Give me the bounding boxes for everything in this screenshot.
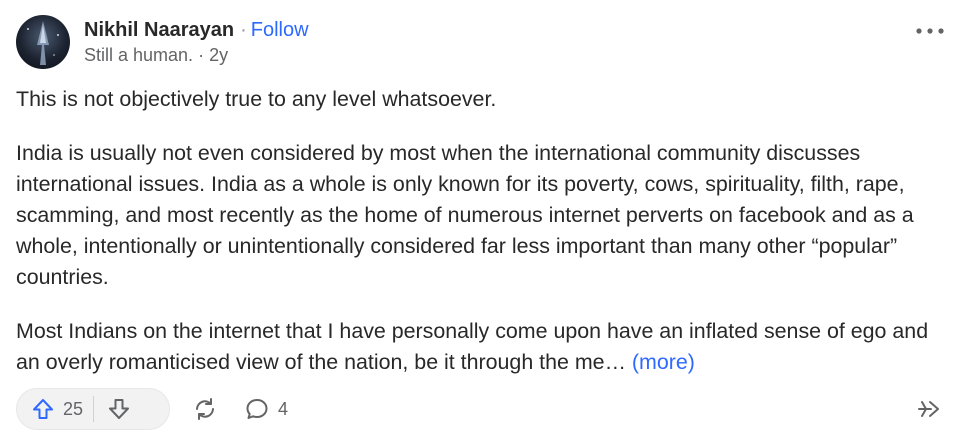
answer-header: Nikhil Naarayan · Follow Still a human. …: [16, 14, 309, 70]
vote-pill: 25: [16, 388, 170, 430]
upvote-button[interactable]: 25: [17, 389, 93, 429]
name-separator: ·: [240, 19, 247, 41]
name-row: Nikhil Naarayan · Follow: [84, 17, 309, 43]
read-more-link[interactable]: (more): [632, 350, 695, 374]
credential-separator: ·: [198, 45, 205, 65]
answer-card: Nikhil Naarayan · Follow Still a human. …: [0, 0, 961, 433]
answer-paragraph-3-text: Most Indians on the internet that I have…: [16, 319, 929, 374]
downvote-button[interactable]: [94, 389, 144, 429]
more-horizontal-icon: [916, 28, 944, 34]
repost-button[interactable]: [912, 392, 946, 426]
avatar[interactable]: [16, 15, 70, 69]
upvote-arrow-icon: [33, 399, 53, 419]
follow-button[interactable]: Follow: [251, 17, 309, 43]
comment-count: 4: [278, 398, 289, 419]
answer-paragraph-1: This is not objectively true to any leve…: [16, 87, 497, 111]
share-button[interactable]: [188, 392, 222, 426]
repost-icon: [918, 401, 939, 417]
author-name[interactable]: Nikhil Naarayan: [84, 17, 234, 43]
avatar-image-icon: [27, 21, 59, 65]
author-credential[interactable]: Still a human.: [84, 43, 193, 67]
comment-bubble-icon: [246, 399, 268, 419]
more-options-button[interactable]: [913, 18, 947, 44]
answer-content: This is not objectively true to any leve…: [16, 84, 946, 401]
upvote-count: 25: [63, 398, 84, 419]
credential-row: Still a human. · 2y: [84, 43, 309, 67]
comment-button[interactable]: 4: [244, 392, 288, 426]
action-bar: 25 4: [16, 388, 946, 432]
answer-timestamp[interactable]: 2y: [209, 43, 228, 67]
share-cycle-icon: [196, 398, 214, 420]
downvote-arrow-icon: [109, 399, 130, 419]
answer-paragraph-2: India is usually not even considered by …: [16, 141, 914, 289]
author-meta: Nikhil Naarayan · Follow Still a human. …: [84, 17, 309, 67]
answer-paragraph-3: Most Indians on the internet that I have…: [16, 316, 946, 378]
